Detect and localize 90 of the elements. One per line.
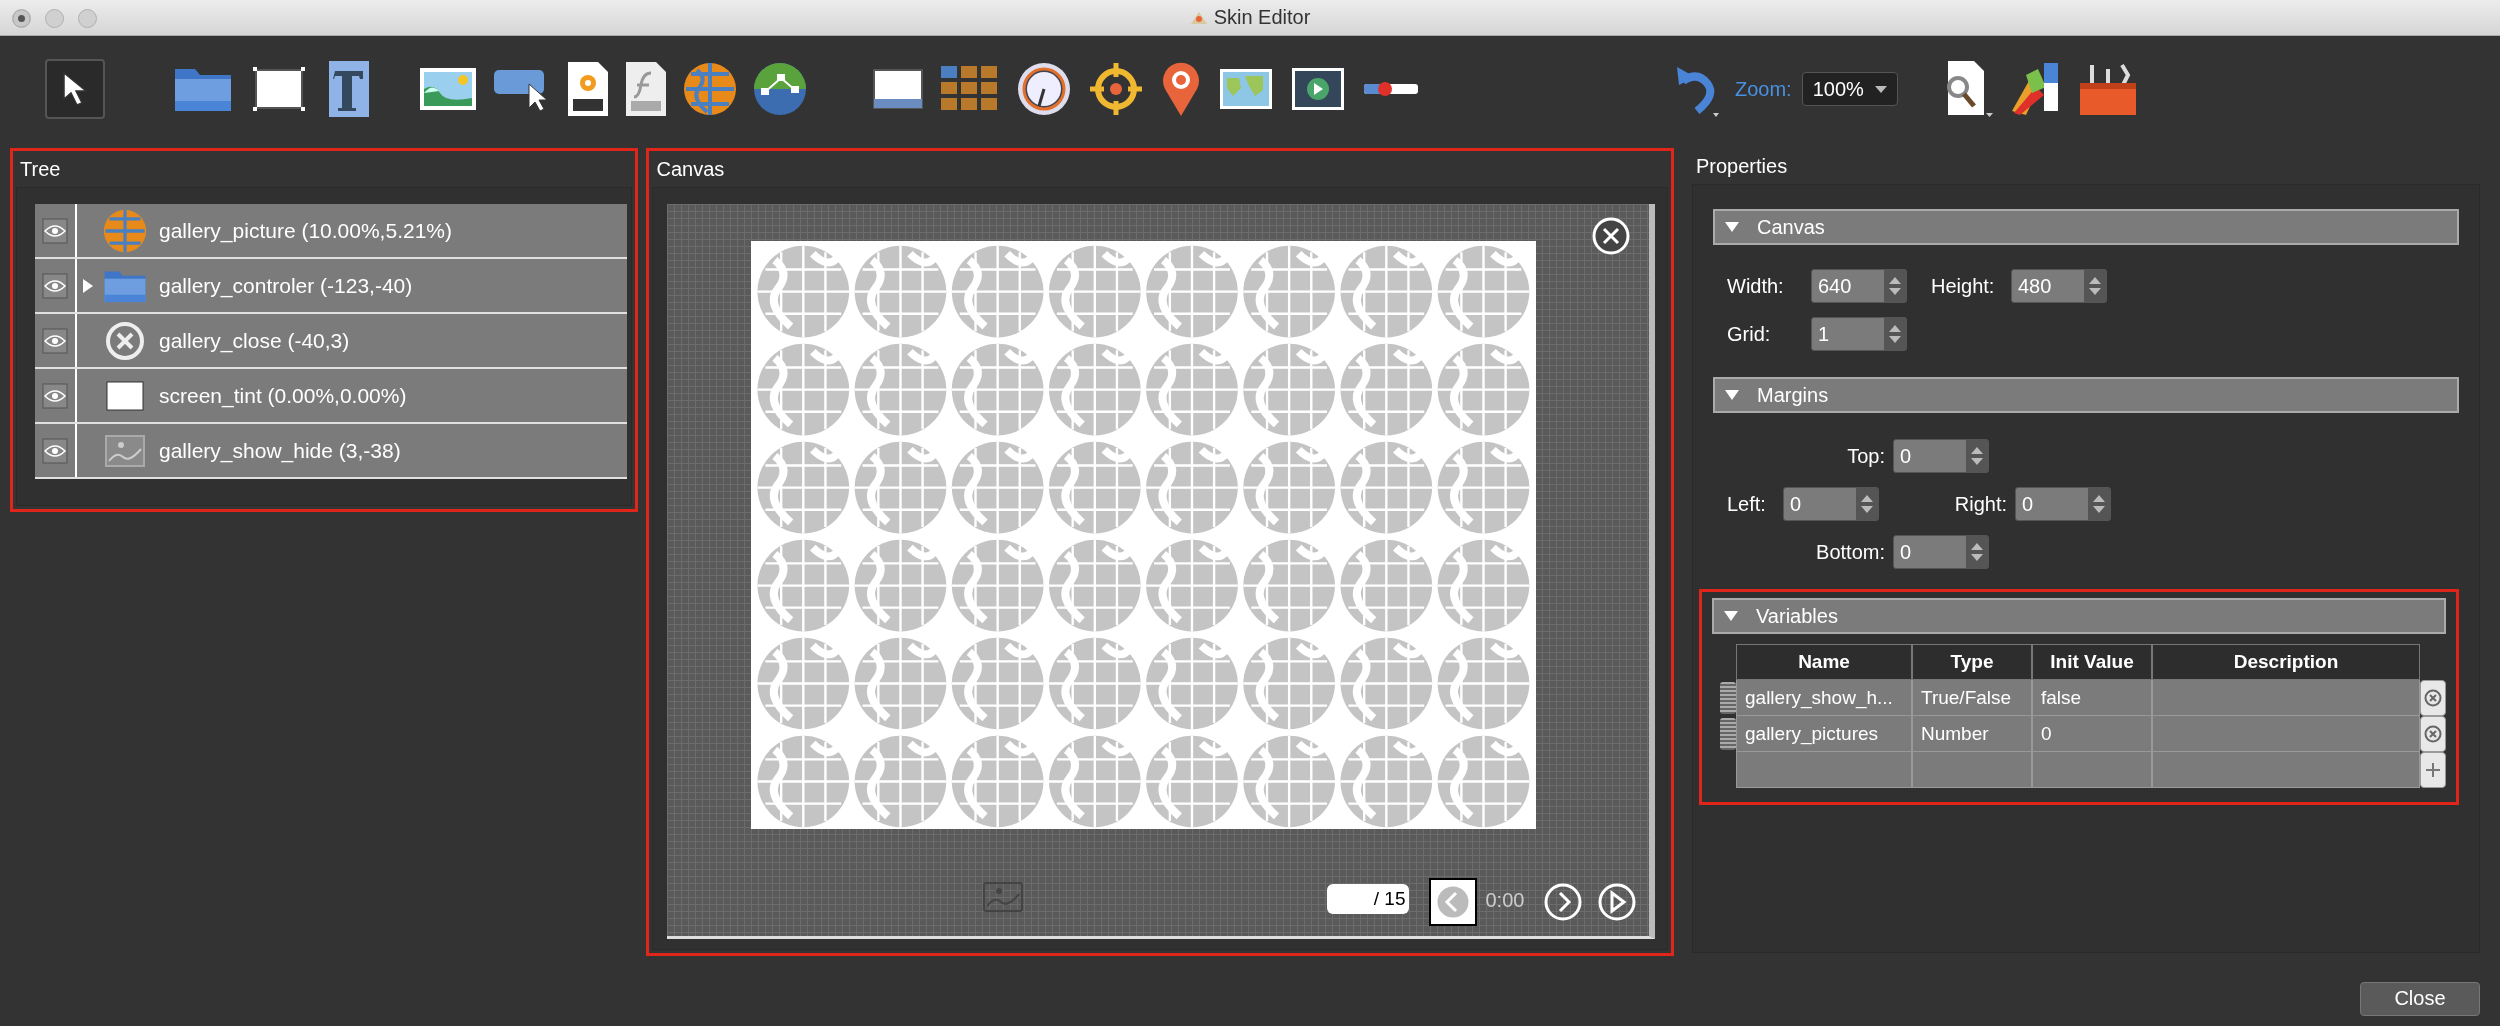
close-button[interactable]: Close: [2360, 981, 2480, 1016]
globe-icon[interactable]: [683, 62, 737, 116]
number-spinbox[interactable]: 0: [1893, 439, 1989, 473]
select-tool-button[interactable]: [45, 59, 105, 119]
stepper-arrows-icon[interactable]: [2088, 488, 2110, 520]
table-cell: 0: [2032, 716, 2152, 752]
landscape-icon[interactable]: [419, 67, 477, 111]
section-header[interactable]: Variables: [1712, 598, 2446, 634]
rectangle-icon[interactable]: [253, 67, 305, 111]
plus-icon: [2424, 761, 2442, 779]
remove-row-button[interactable]: [2420, 680, 2446, 716]
stepper-arrows-icon[interactable]: [2084, 270, 2106, 302]
table-cell: gallery_show_h...: [1736, 680, 1912, 716]
flash-file-icon[interactable]: [625, 61, 667, 117]
globe-network-icon[interactable]: [753, 62, 807, 116]
close-circle-icon: [2424, 689, 2442, 707]
field-label: Bottom:: [1815, 540, 1885, 564]
number-spinbox[interactable]: 640: [1811, 269, 1907, 303]
picture-icon: [105, 434, 145, 467]
globe-icon: [103, 208, 147, 253]
close-circle-icon: [105, 320, 145, 361]
field-label: Width:: [1727, 274, 1785, 298]
tree-item[interactable]: screen_tint (0.00%,0.00%): [35, 369, 627, 424]
number-spinbox[interactable]: 0: [1783, 487, 1879, 521]
rectangle-icon: [105, 379, 145, 412]
cursor-icon: [61, 71, 89, 107]
panel-title: Properties: [1695, 154, 1789, 179]
window-title: Skin Editor: [1213, 6, 1311, 29]
add-row-button[interactable]: [2420, 752, 2446, 788]
field-label: Height:: [1931, 274, 1996, 298]
slider-icon[interactable]: [1363, 81, 1419, 97]
column-header[interactable]: Type: [1912, 644, 2032, 680]
tree-item[interactable]: gallery_picture (10.00%,5.21%): [35, 204, 627, 259]
field-label: Right:: [1953, 492, 2007, 516]
number-spinbox[interactable]: 480: [2011, 269, 2107, 303]
time-label: 0:00: [1485, 889, 1525, 912]
expand-triangle-icon[interactable]: [83, 278, 93, 293]
zoom-dropdown[interactable]: 100%: [1801, 72, 1898, 106]
column-header[interactable]: Description: [2152, 644, 2420, 680]
field-label: Grid:: [1727, 322, 1772, 346]
table-cell: false: [2032, 680, 2152, 716]
map-icon[interactable]: [1219, 68, 1273, 110]
stepper-arrows-icon[interactable]: [1884, 270, 1906, 302]
picture-icon: [983, 882, 1024, 912]
number-spinbox[interactable]: 0: [2015, 487, 2111, 521]
crosshair-icon[interactable]: [1089, 62, 1143, 116]
stepper-arrows-icon[interactable]: [1966, 536, 1988, 568]
section-header[interactable]: Margins: [1713, 377, 2459, 413]
play-icon[interactable]: [1597, 882, 1638, 922]
chevron-right-icon[interactable]: [1543, 882, 1584, 922]
section-header[interactable]: Canvas: [1713, 209, 2459, 245]
eye-icon[interactable]: [42, 272, 68, 299]
tree-item[interactable]: gallery_close (-40,3): [35, 314, 627, 369]
field-label: Left:: [1727, 492, 1767, 516]
close-circle-icon[interactable]: [1591, 216, 1631, 256]
stepper-arrows-icon[interactable]: [1966, 440, 1988, 472]
svg-file-icon[interactable]: [567, 61, 609, 117]
close-window-button[interactable]: [12, 9, 31, 28]
column-header[interactable]: Init Value: [2032, 644, 2152, 680]
number-spinbox[interactable]: 0: [1893, 535, 1989, 569]
number-spinbox[interactable]: 1: [1811, 317, 1907, 351]
zoom-label: Zoom:: [1735, 77, 1792, 101]
page-number-field[interactable]: / 15: [1327, 884, 1410, 914]
eye-icon[interactable]: [42, 217, 68, 244]
remove-row-button[interactable]: [2420, 716, 2446, 752]
eye-icon[interactable]: [42, 382, 68, 409]
toolbox-icon[interactable]: [2077, 61, 2138, 117]
table-cell: gallery_pictures: [1736, 716, 1912, 752]
drag-handle-icon[interactable]: [1720, 682, 1736, 714]
panel-title: Canvas: [655, 157, 726, 182]
map-pin-icon[interactable]: [1161, 61, 1201, 117]
stepper-arrows-icon[interactable]: [1856, 488, 1878, 520]
field-label: Top:: [1846, 444, 1885, 468]
tree-item[interactable]: gallery_show_hide (3,-38): [35, 424, 627, 479]
previous-button[interactable]: [1429, 878, 1478, 926]
panel-title: Tree: [19, 157, 62, 182]
close-circle-icon: [2424, 725, 2442, 743]
tree-item[interactable]: gallery_controler (-123,-40): [35, 259, 627, 314]
tile-grid-icon[interactable]: [941, 66, 999, 112]
table-cell: True/False: [1912, 680, 2032, 716]
stepper-arrows-icon[interactable]: [1884, 318, 1906, 350]
gauge-icon[interactable]: [1017, 62, 1071, 116]
column-header[interactable]: Name: [1736, 644, 1912, 680]
dropdown-arrow-icon: [1874, 85, 1887, 93]
eye-icon[interactable]: [42, 437, 68, 464]
drag-handle-icon[interactable]: [1720, 718, 1736, 750]
window-icon[interactable]: [873, 69, 923, 109]
video-icon[interactable]: [1291, 67, 1345, 111]
eye-icon[interactable]: [42, 327, 68, 354]
table-cell: Number: [1912, 716, 2032, 752]
